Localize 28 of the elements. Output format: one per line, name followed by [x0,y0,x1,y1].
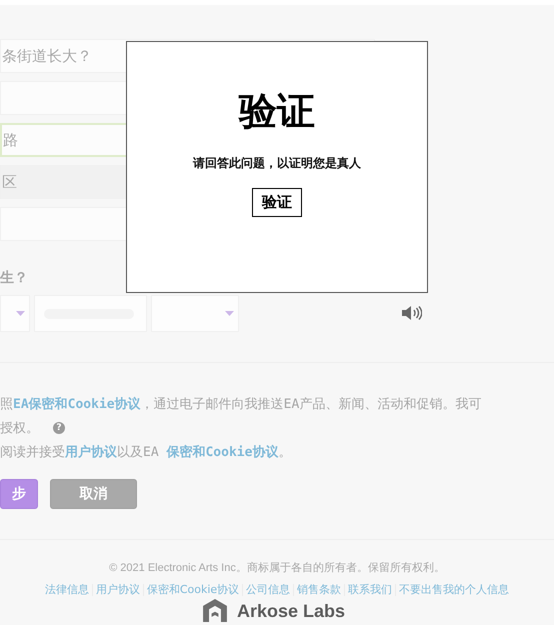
brand-name: Arkose Labs [237,602,346,620]
select-field[interactable] [0,295,30,332]
caret-icon [225,311,234,316]
policy-link[interactable]: 保密和Cookie协议 [166,445,278,460]
footer-link[interactable]: 销售条款 [294,582,344,597]
field-label: 生？ [0,269,29,287]
caret-icon [16,311,25,316]
verify-button[interactable]: 验证 [252,188,302,217]
footer-link[interactable]: 联系我们 [345,582,396,597]
consent-text: 阅读并接受用户协议以及EA 保密和Cookie协议。 [0,444,292,461]
policy-link[interactable]: 用户协议 [65,445,117,460]
footer-link[interactable]: 保密和Cookie协议 [144,582,242,597]
consent-text: 照EA保密和Cookie协议，通过电子邮件向我推送EA产品、新闻、活动和促销。我可 [0,396,482,413]
copyright-text: © 2021 Electronic Arts Inc。商标属于各自的所有者。保留所有权利。 [108,560,446,575]
policy-link[interactable]: EA保密和Cookie协议 [13,397,141,412]
logo-icon [203,599,227,622]
footer-link[interactable]: 法律信息 [42,582,92,597]
select-field[interactable] [151,295,239,332]
next-button[interactable]: 步 [0,479,38,509]
cancel-button[interactable]: 取消 [50,479,137,509]
help-icon[interactable]: ? [53,422,65,434]
footer-link[interactable]: 用户协议 [92,582,143,597]
consent-text: 授权。 [0,420,39,437]
footer-link[interactable]: 公司信息 [243,582,294,597]
dialog-title: 验证 [239,88,315,135]
dialog-prompt: 请回答此问题，以证明您是真人 [193,155,361,172]
footer-link[interactable]: 不要出售我的个人信息 [396,582,512,597]
speaker-icon[interactable] [402,306,422,320]
